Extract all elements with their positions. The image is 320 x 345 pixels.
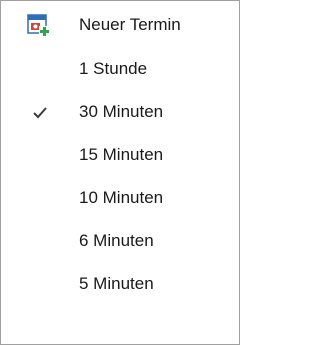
menu-item-label: 30 Minuten [79,102,164,121]
menu-item-label: 6 Minuten [79,231,154,250]
menu-item-label: 15 Minuten [79,145,164,164]
menu-item-label: 5 Minuten [79,274,154,293]
menu-item-30-minuten[interactable]: 30 Minuten [1,92,239,132]
context-menu: Neuer Termin 1 Stunde 30 Minuten 15 Minu… [0,0,240,345]
calendar-add-icon [27,12,51,38]
menu-item-5-minuten[interactable]: 5 Minuten [1,264,239,304]
menu-item-label: Neuer Termin [79,15,181,34]
menu-item-15-minuten[interactable]: 15 Minuten [1,135,239,175]
menu-item-6-minuten[interactable]: 6 Minuten [1,221,239,261]
menu-item-label: 1 Stunde [79,59,148,78]
menu-item-1-stunde[interactable]: 1 Stunde [1,49,239,89]
menu-item-new-appointment[interactable]: Neuer Termin [1,5,239,45]
menu-item-10-minuten[interactable]: 10 Minuten [1,178,239,218]
menu-item-label: 10 Minuten [79,188,164,207]
checkmark-icon [27,99,51,125]
